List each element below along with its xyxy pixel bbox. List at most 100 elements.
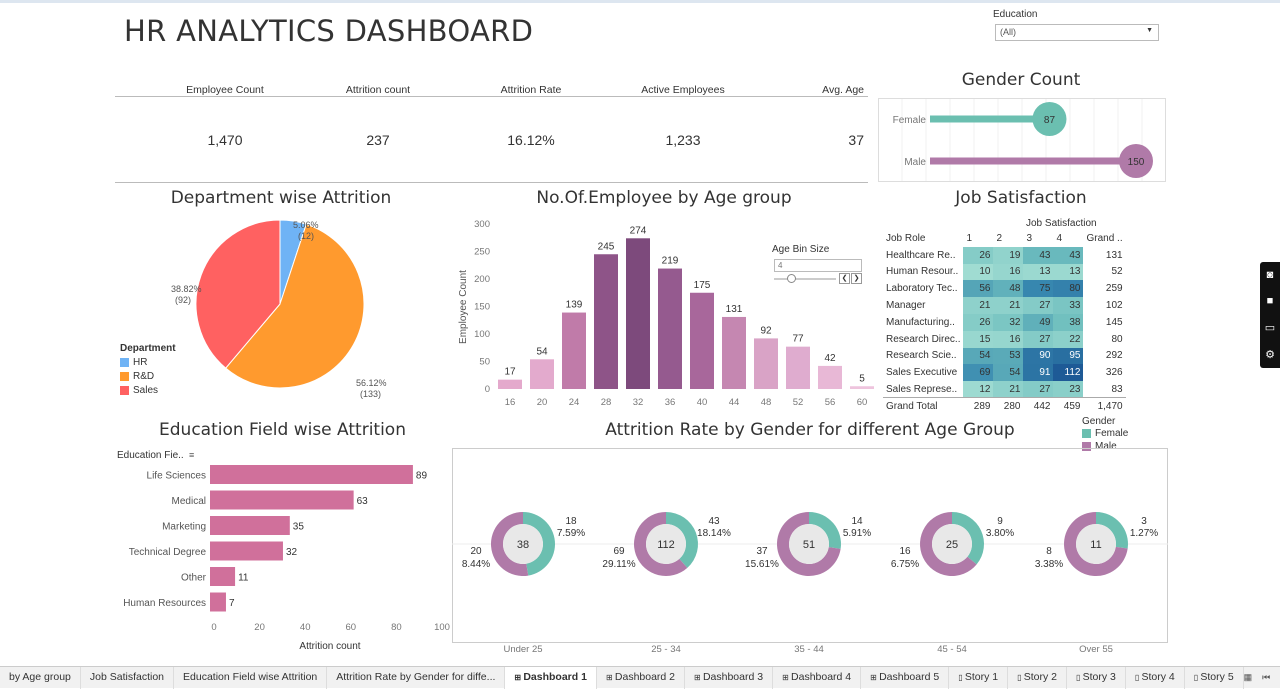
sheet-tab[interactable]: ▯ Story 4 xyxy=(1126,666,1185,689)
sheet-tab-label: Story 4 xyxy=(1141,670,1175,683)
male-pct-label: 3.38% xyxy=(1035,559,1063,570)
age-bar xyxy=(562,312,586,389)
kpi-label: Employee Count xyxy=(186,84,264,96)
edu-category-label: Other xyxy=(181,573,207,584)
table-row: Research Scie.. 54 53 90 95 292 xyxy=(883,347,1126,365)
job-role-name: Healthcare Re.. xyxy=(886,249,956,261)
row-total: 292 xyxy=(1105,350,1123,362)
edu-bar-label: 89 xyxy=(416,471,428,482)
legend-item-rd[interactable]: R&D xyxy=(120,369,176,383)
job-role-name: Laboratory Tec.. xyxy=(886,283,958,295)
legend-swatch-female xyxy=(1082,429,1091,438)
job-satisfaction-title: Job Satisfaction xyxy=(955,188,1087,208)
male-pct-label: 15.61% xyxy=(745,559,779,570)
job-role-name: Manager xyxy=(886,300,926,312)
heat-cell: 95 xyxy=(1053,347,1084,365)
first-page-icon[interactable]: ⏮ xyxy=(1262,672,1270,683)
sheet-tab[interactable]: ⊞ Dashboard 4 xyxy=(773,666,862,689)
edu-x-tick: 20 xyxy=(254,622,265,633)
dashboard-icon: ⊞ xyxy=(514,672,524,682)
table-row: Manager 21 21 27 33 102 xyxy=(883,297,1126,314)
sheet-tab-label: Story 3 xyxy=(1082,670,1116,683)
sheet-tab[interactable]: ⊞ Dashboard 5 xyxy=(861,666,950,689)
window-icon[interactable]: ▭ xyxy=(1265,321,1275,334)
age-bin-slider-handle[interactable] xyxy=(787,274,796,283)
age-bin-slider[interactable] xyxy=(774,278,836,280)
age-bar-label: 139 xyxy=(566,300,583,311)
heat-cell: 16 xyxy=(993,330,1024,348)
job-sat-column-header: 3 xyxy=(1026,232,1033,244)
sheet-tab-label: Dashboard 1 xyxy=(523,670,587,683)
heat-cell: 43 xyxy=(1023,246,1054,264)
pie-count-label: (12) xyxy=(298,231,314,241)
row-total: 83 xyxy=(1111,383,1123,395)
kpi-value: 1,470 xyxy=(207,132,243,148)
heat-cell: 10 xyxy=(963,263,994,281)
edu-x-tick: 100 xyxy=(434,622,450,633)
table-row: Sales Executive 69 54 91 112 326 xyxy=(883,364,1126,382)
gear-icon[interactable]: ⚙ xyxy=(1265,348,1275,361)
age-y-tick: 250 xyxy=(474,247,490,258)
legend-swatch-sales xyxy=(120,385,129,395)
kpi-label: Active Employees xyxy=(641,84,725,96)
sheet-tab[interactable]: ⊞ Dashboard 1 xyxy=(505,666,597,689)
story-icon: ▯ xyxy=(1017,672,1024,682)
chevron-right-icon[interactable]: ❯ xyxy=(851,273,862,284)
education-filter-dropdown[interactable]: (All) ▼ xyxy=(995,24,1159,41)
sheet-tab-label: Dashboard 5 xyxy=(879,670,940,683)
age-group-label: Under 25 xyxy=(503,644,542,655)
job-role-name: Sales Represe.. xyxy=(886,383,958,395)
edu-category-label: Marketing xyxy=(162,522,206,533)
edu-category-label: Life Sciences xyxy=(147,471,206,482)
age-x-tick: 28 xyxy=(601,397,612,408)
sheet-tab[interactable]: ▯ Story 3 xyxy=(1067,666,1126,689)
legend-item-sales[interactable]: Sales xyxy=(120,383,176,397)
sheet-tab[interactable]: ⊞ Dashboard 2 xyxy=(597,666,686,689)
heat-cell: 90 xyxy=(1023,347,1054,365)
legend-item-female[interactable]: Female xyxy=(1082,427,1128,440)
age-group-label: 35 - 44 xyxy=(794,644,824,655)
age-bar xyxy=(690,292,714,389)
chevron-left-icon[interactable]: ❮ xyxy=(839,273,850,284)
row-total: 145 xyxy=(1105,316,1123,328)
age-bin-input[interactable]: 4 xyxy=(774,259,862,272)
sheet-tab[interactable]: Education Field wise Attrition xyxy=(174,666,328,689)
age-x-tick: 24 xyxy=(569,397,580,408)
edu-x-tick: 80 xyxy=(391,622,402,633)
age-bar xyxy=(594,254,618,389)
age-x-tick: 48 xyxy=(761,397,772,408)
edu-x-tick: 40 xyxy=(300,622,311,633)
heat-cell: 43 xyxy=(1053,246,1084,264)
sheet-tab[interactable]: Attrition Rate by Gender for diffe... xyxy=(327,666,506,689)
edu-x-axis-label: Attrition count xyxy=(299,641,360,652)
age-bar xyxy=(498,379,522,389)
pie-pct-label: 56.12% xyxy=(356,378,387,388)
sheet-tab-bar: by Age group Job Satisfaction Education Fi… xyxy=(0,666,1280,689)
edu-category-label: Technical Degree xyxy=(129,547,207,558)
age-x-tick: 36 xyxy=(665,397,676,408)
grid-icon[interactable]: ▦ xyxy=(1244,672,1253,683)
sheet-tab-label: Story 1 xyxy=(964,670,999,683)
male-pct-label: 29.11% xyxy=(602,559,635,570)
sheet-tab[interactable]: Job Satisfaction xyxy=(81,666,175,689)
camera-icon[interactable]: ◙ xyxy=(1267,269,1274,281)
video-icon[interactable]: ■ xyxy=(1267,295,1274,307)
heat-cell: 53 xyxy=(993,347,1024,365)
heat-cell: 56 xyxy=(963,280,994,298)
row-total: 259 xyxy=(1105,283,1123,295)
sheet-tab[interactable]: ▯ Story 2 xyxy=(1008,666,1067,689)
row-total: 326 xyxy=(1105,367,1123,379)
job-sat-column-header: Grand .. xyxy=(1086,232,1123,244)
gender-category-label: Female xyxy=(893,115,927,126)
sheet-tab[interactable]: ⊞ Dashboard 3 xyxy=(685,666,774,689)
sheet-tab[interactable]: ▯ Story 1 xyxy=(949,666,1009,689)
sheet-tab[interactable]: by Age group xyxy=(0,666,81,689)
heat-cell: 21 xyxy=(993,297,1024,314)
sheet-tab[interactable]: ▯ Story 5 xyxy=(1185,666,1244,689)
legend-item-hr[interactable]: HR xyxy=(120,355,176,369)
age-y-tick: 200 xyxy=(474,274,490,285)
legend-swatch-rd xyxy=(120,371,129,381)
male-count-label: 8 xyxy=(1046,546,1052,557)
donut-total-label: 51 xyxy=(803,539,815,551)
pie-count-label: (92) xyxy=(175,295,191,305)
